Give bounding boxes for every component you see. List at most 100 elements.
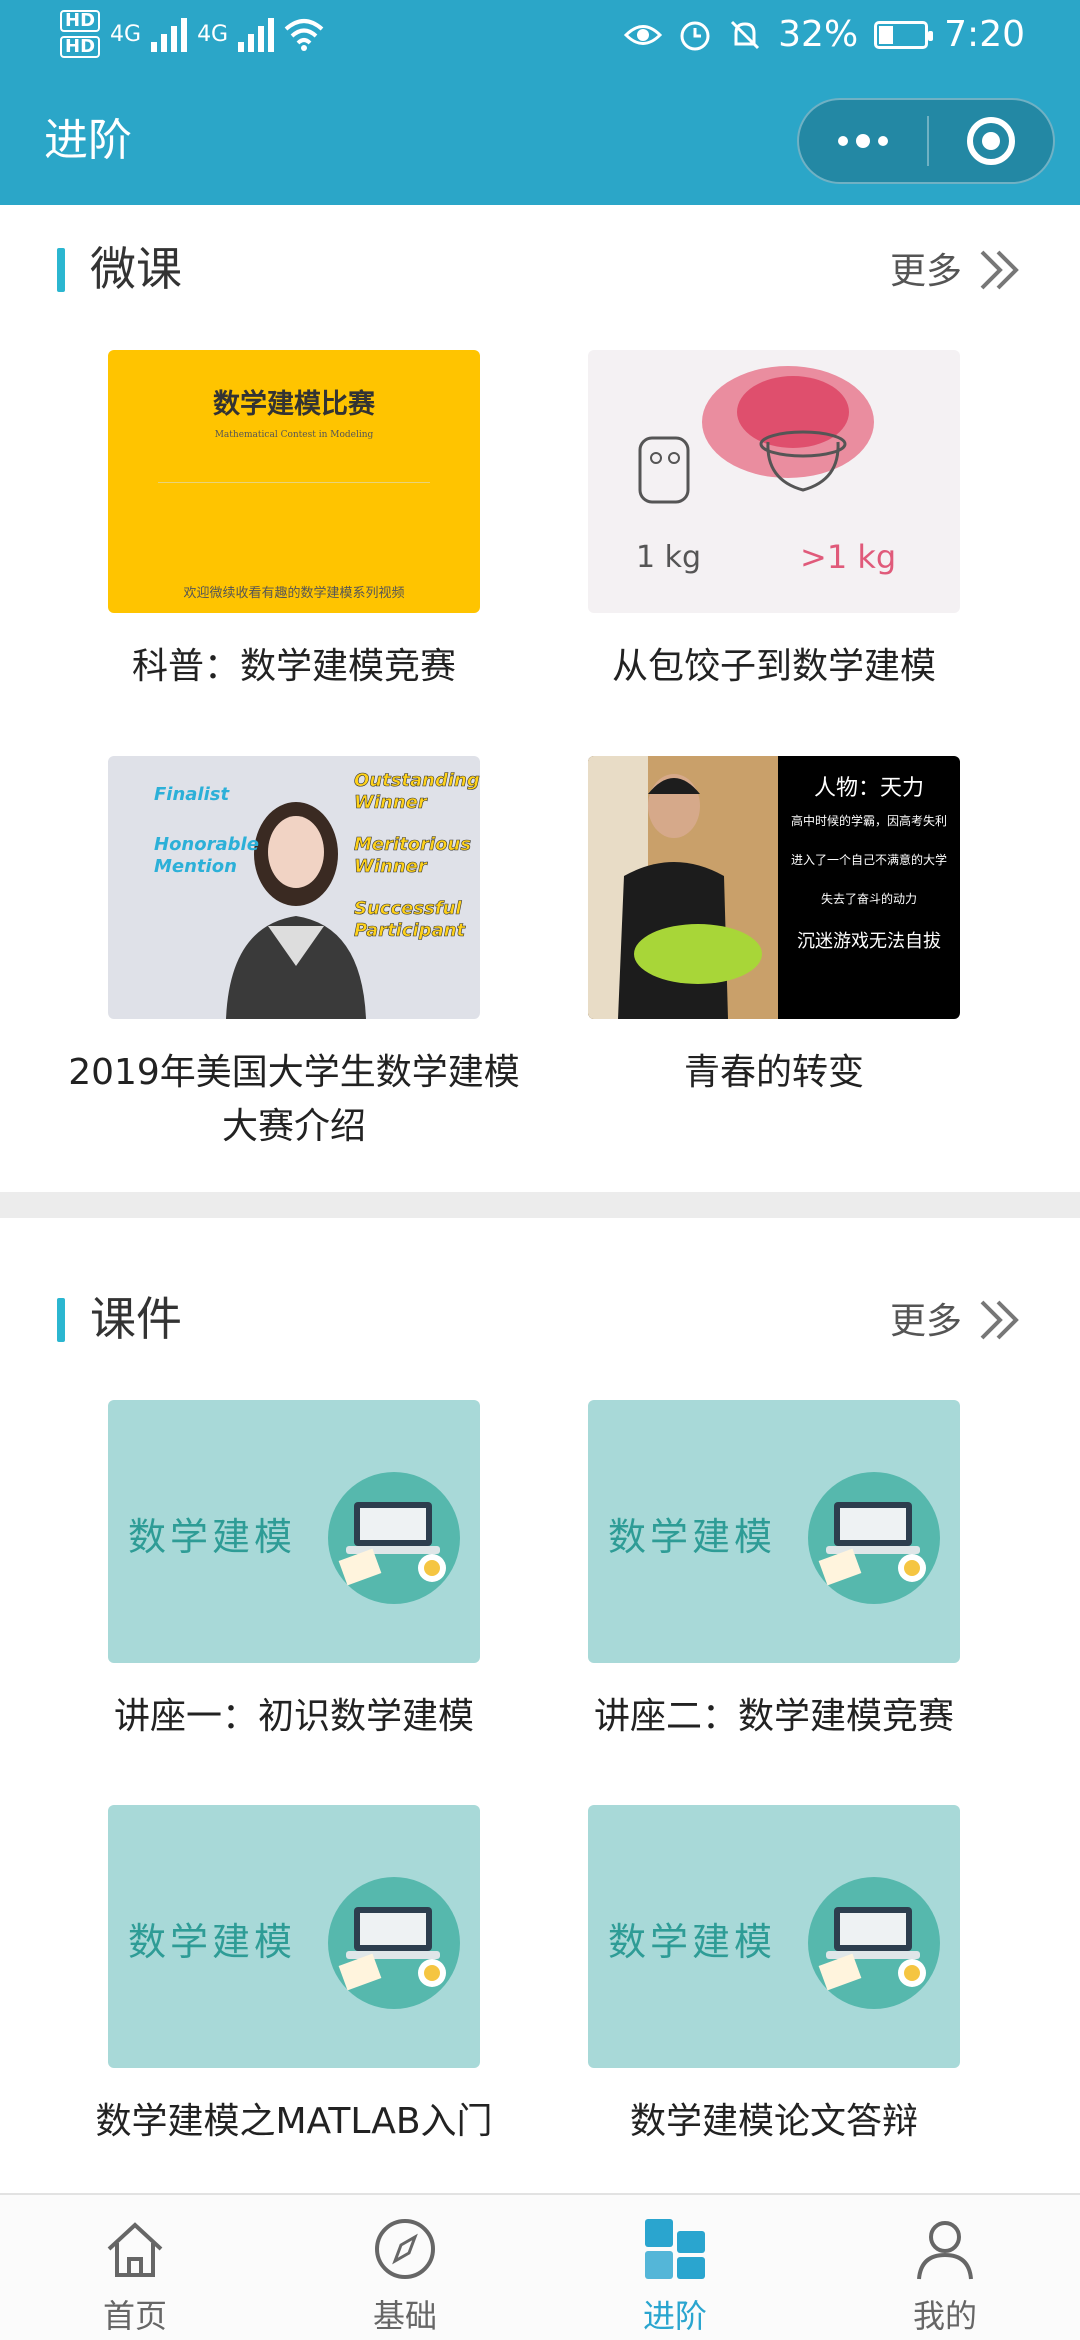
home-icon: [107, 2222, 163, 2277]
tab-mine[interactable]: 我的: [810, 2195, 1080, 2340]
signal-icon-2: [238, 16, 275, 52]
target-icon: [967, 117, 1015, 165]
micro-more-link[interactable]: 更多: [890, 248, 962, 296]
double-chevron-right-icon[interactable]: [970, 1292, 1030, 1348]
story-overlay: 人物：天力 高中时候的学霸，因高考失利 进入了一个自己不满意的大学 失去了奋斗的…: [778, 756, 960, 1019]
thumb-title: 数学建模比赛: [213, 389, 375, 420]
tab-advanced[interactable]: 进阶: [540, 2195, 810, 2340]
courseware-card-4[interactable]: 数学建模 数学建模论文答辩: [588, 1805, 960, 2142]
card-caption: 从包饺子到数学建模: [611, 646, 936, 687]
section-title: 课件: [90, 1292, 182, 1346]
micro-section-header: 微课 更多: [0, 228, 1080, 308]
clock-time: 7:20: [944, 14, 1025, 55]
story-line: 沉迷游戏无法自拔: [797, 931, 941, 952]
student-photo: [588, 756, 778, 1019]
section-accent-bar: [57, 1298, 65, 1342]
courseware-thumbnail: 数学建模: [588, 1805, 960, 2068]
thumb-text: 数学建模: [608, 1515, 777, 1559]
thumb-text: 数学建模: [128, 1920, 297, 1964]
network-type-2: 4G: [197, 21, 229, 47]
weight-label-left: 1 kg: [636, 540, 702, 575]
card-caption: 数学建模论文答辩: [629, 2101, 918, 2142]
page-title: 进阶: [44, 115, 132, 166]
hd1-badge: HD: [60, 10, 101, 32]
story-line: 进入了一个自己不满意的大学: [790, 853, 947, 867]
mute-bell-icon: [731, 20, 760, 49]
network-type-1: 4G: [110, 21, 142, 47]
alarm-icon: [680, 21, 710, 50]
person-icon: [917, 2221, 973, 2280]
thumb-rule: [158, 482, 430, 483]
tab-label: 进阶: [642, 2297, 707, 2335]
hd2-badge: HD: [60, 36, 101, 58]
courseware-card-2[interactable]: 数学建模 讲座二：数学建模竞赛: [588, 1400, 960, 1737]
tab-basics[interactable]: 基础: [270, 2195, 540, 2340]
micro-card-3[interactable]: Finalist Honorable Mention Outstanding W…: [68, 756, 520, 1147]
story-line: 失去了奋斗的动力: [820, 892, 917, 906]
courseware-more-link[interactable]: 更多: [890, 1298, 962, 1346]
top-bar: HD HD 4G 4G 32% 7:20 进阶: [0, 0, 1080, 205]
story-line: 高中时候的学霸，因高考失利: [790, 814, 947, 828]
award-label: Meritorious Winner: [354, 834, 472, 878]
section-divider: [0, 1192, 1080, 1218]
double-chevron-right-icon[interactable]: [970, 242, 1030, 298]
miniprogram-capsule: [797, 98, 1055, 184]
card-caption: 讲座二：数学建模竞赛: [593, 1696, 954, 1737]
status-right: 32% 7:20: [624, 14, 1025, 55]
laptop-icon: [328, 1877, 460, 2009]
award-label: Outstanding Winner: [354, 770, 480, 814]
more-menu-button[interactable]: [799, 100, 927, 182]
thumb-subtitle: Mathematical Contest in Modeling: [214, 430, 374, 440]
courseware-thumbnail: 数学建模: [108, 1805, 480, 2068]
dot-icon: [878, 136, 888, 146]
signal-icon: [151, 16, 188, 52]
award-label: Honorable Mention: [154, 834, 259, 877]
hd-indicator: HD HD: [60, 10, 101, 58]
blocks-icon: [645, 2219, 705, 2279]
story-line: 人物：天力: [813, 776, 924, 801]
status-bar: HD HD 4G 4G 32% 7:20: [0, 0, 1080, 75]
award-label: Finalist: [154, 784, 230, 805]
close-miniprogram-button[interactable]: [929, 117, 1053, 165]
battery-icon: [874, 20, 934, 49]
card-caption: 讲座一：初识数学建模: [113, 1696, 474, 1737]
micro-card-4[interactable]: 人物：天力 高中时候的学霸，因高考失利 进入了一个自己不满意的大学 失去了奋斗的…: [588, 756, 960, 1093]
thumb-text: 数学建模: [128, 1515, 297, 1559]
tab-label: 基础: [372, 2297, 437, 2335]
section-accent-bar: [57, 248, 65, 292]
eye-icon: [624, 24, 663, 45]
laptop-icon: [808, 1877, 940, 2009]
dot-icon: [838, 136, 848, 146]
tab-home[interactable]: 首页: [0, 2195, 270, 2340]
courseware-card-3[interactable]: 数学建模 数学建模之MATLAB入门: [95, 1805, 493, 2142]
courseware-thumbnail: 数学建模: [588, 1400, 960, 1663]
battery-percent: 32%: [778, 14, 859, 55]
wifi-icon: [284, 19, 324, 51]
video-thumbnail: 人物：天力 高中时候的学霸，因高考失利 进入了一个自己不满意的大学 失去了奋斗的…: [588, 756, 960, 1019]
laptop-icon: [328, 1472, 460, 1604]
card-caption: 科普：数学建模竞赛: [131, 646, 456, 687]
card-caption: 数学建模之MATLAB入门: [95, 2101, 493, 2142]
bottom-tab-bar: 首页 基础 进阶 我的: [0, 2193, 1080, 2340]
dot-icon: [856, 134, 870, 148]
award-label: Successful Participant: [354, 898, 466, 942]
section-title: 微课: [90, 242, 182, 296]
thumb-footer: 欢迎微续收看有趣的数学建模系列视频: [183, 586, 405, 601]
card-caption: 青春的转变: [683, 1052, 864, 1093]
courseware-thumbnail: 数学建模: [108, 1400, 480, 1663]
video-thumbnail: 1 kg >1 kg: [588, 350, 960, 613]
video-thumbnail: 数学建模比赛 Mathematical Contest in Modeling …: [108, 350, 480, 613]
courseware-card-1[interactable]: 数学建模 讲座一：初识数学建模: [108, 1400, 480, 1737]
thumb-text: 数学建模: [608, 1920, 777, 1964]
tab-label: 首页: [102, 2297, 167, 2335]
status-left: HD HD 4G 4G: [60, 10, 324, 58]
micro-card-1[interactable]: 数学建模比赛 Mathematical Contest in Modeling …: [108, 350, 480, 687]
laptop-icon: [808, 1472, 940, 1604]
micro-card-2[interactable]: 1 kg >1 kg 从包饺子到数学建模: [588, 350, 960, 687]
video-thumbnail: Finalist Honorable Mention Outstanding W…: [108, 756, 480, 1019]
tab-label: 我的: [912, 2297, 977, 2335]
weight-label-right: >1 kg: [800, 538, 897, 576]
courseware-section-header: 课件 更多: [0, 1278, 1080, 1358]
card-caption: 2019年美国大学生数学建模大赛介绍: [68, 1052, 520, 1147]
compass-icon: [375, 2219, 435, 2279]
